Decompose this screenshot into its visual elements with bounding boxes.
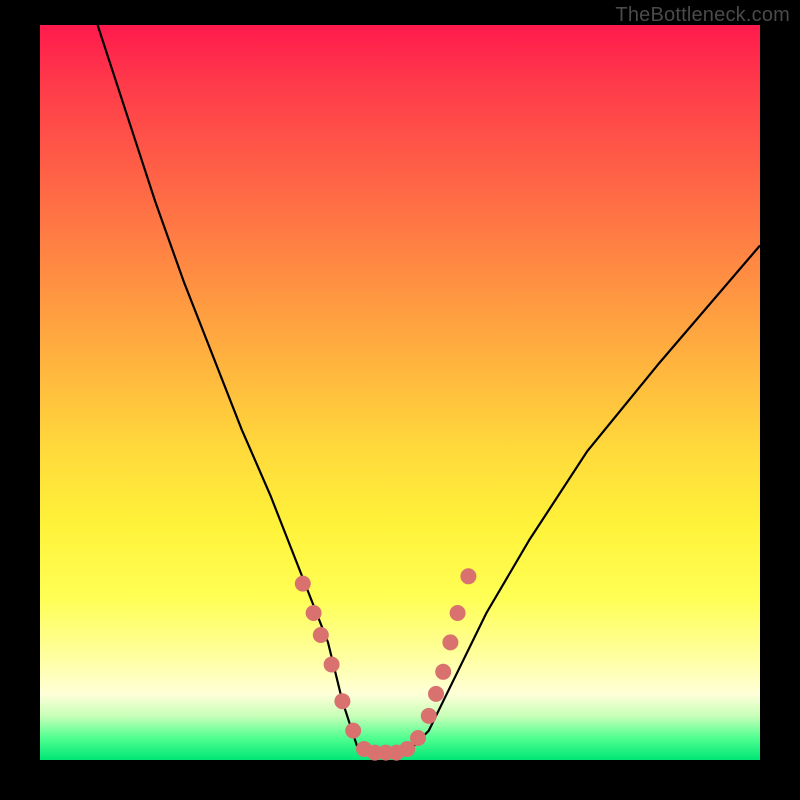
outer-frame: TheBottleneck.com <box>0 0 800 800</box>
highlight-dot <box>410 730 426 746</box>
highlight-dot <box>450 605 466 621</box>
highlight-dot <box>442 634 458 650</box>
highlight-dots-group <box>295 568 477 760</box>
plot-area <box>40 25 760 760</box>
highlight-dot <box>421 708 437 724</box>
highlight-dot <box>306 605 322 621</box>
highlight-dot <box>324 657 340 673</box>
watermark-text: TheBottleneck.com <box>615 4 790 27</box>
chart-svg <box>40 25 760 760</box>
highlight-dot <box>428 686 444 702</box>
highlight-dot <box>295 576 311 592</box>
highlight-dot <box>345 723 361 739</box>
bottleneck-curve <box>98 25 760 753</box>
highlight-dot <box>334 693 350 709</box>
highlight-dot <box>460 568 476 584</box>
highlight-dot <box>435 664 451 680</box>
highlight-dot <box>313 627 329 643</box>
